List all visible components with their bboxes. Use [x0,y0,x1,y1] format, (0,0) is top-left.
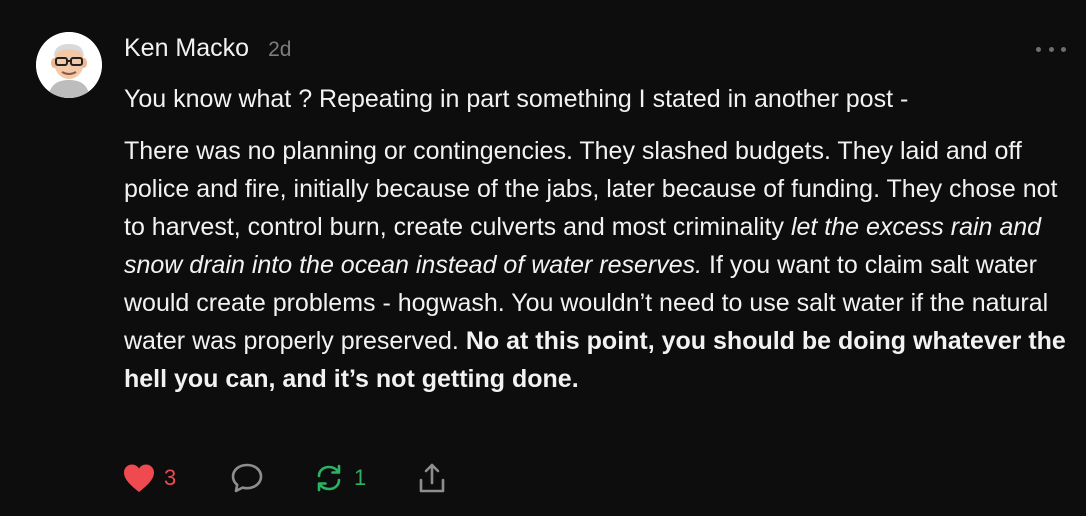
comment-timestamp[interactable]: 2d [268,38,291,62]
author-name[interactable]: Ken Macko [124,34,249,63]
speech-bubble-icon [231,463,263,493]
author-avatar[interactable] [36,32,102,98]
heart-icon [124,464,154,492]
share-icon [419,463,445,493]
restack-button[interactable]: 1 [312,458,366,498]
comment-body: You know what ? Repeating in part someth… [124,80,1069,398]
share-button[interactable] [416,458,448,498]
restack-count: 1 [354,465,367,490]
cartoon-avatar-icon [36,32,102,98]
reply-button[interactable] [230,458,264,498]
more-options-icon[interactable] [1036,40,1066,58]
comment-paragraph: There was no planning or contingencies. … [124,132,1069,398]
like-button[interactable]: 3 [122,458,176,498]
restack-icon [317,464,341,492]
comment-header: Ken Macko 2d [124,34,291,63]
comment-card: Ken Macko 2d You know what ? Repeating i… [0,0,1086,516]
like-count: 3 [164,465,177,490]
comment-paragraph: You know what ? Repeating in part someth… [124,85,909,113]
